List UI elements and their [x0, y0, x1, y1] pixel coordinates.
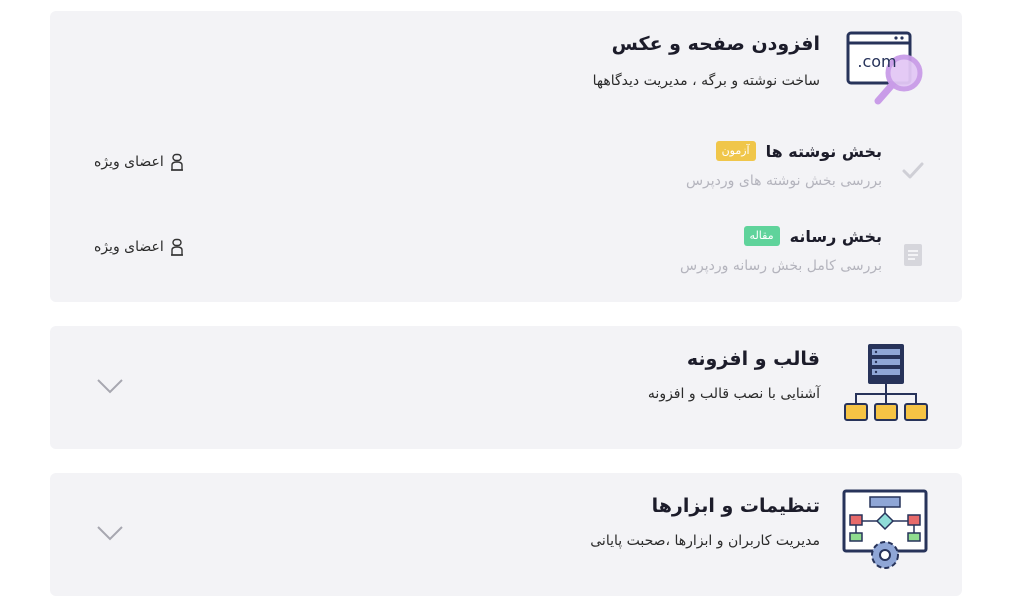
user-lock-icon: [170, 153, 183, 171]
section-subtitle: مدیریت کاربران و ابزارها ،صحبت پایانی: [590, 533, 820, 549]
access-label: اعضای ویژه: [94, 239, 164, 255]
lesson-title: بخش رسانه: [789, 226, 882, 246]
lesson-description: بررسی بخش نوشته های وردپرس: [685, 173, 882, 189]
badge-quiz: آزمون: [715, 141, 756, 161]
server-folders-icon: [842, 342, 928, 428]
section-card-theme-plugin[interactable]: قالب و افزونه آشنایی با نصب قالب و افزون…: [50, 326, 962, 449]
chevron-down-icon[interactable]: [96, 525, 124, 541]
lesson-title: بخش نوشته ها: [765, 141, 882, 161]
section-title: افزودن صفحه و عکس: [611, 33, 820, 55]
access-label: اعضای ویژه: [94, 154, 164, 170]
flowchart-gear-icon: [842, 489, 928, 575]
section-card-settings-tools[interactable]: تنظیمات و ابزارها مدیریت کاربران و ابزار…: [50, 473, 962, 596]
lesson-item-posts[interactable]: بخش نوشته ها آزمون بررسی بخش نوشته های و…: [50, 135, 962, 195]
user-lock-icon: [170, 238, 183, 256]
domain-text: .com: [857, 52, 896, 71]
access-level: اعضای ویژه: [94, 153, 185, 171]
badge-article: مقاله: [743, 226, 780, 246]
lesson-item-media[interactable]: بخش رسانه مقاله بررسی کامل بخش رسانه ورد…: [50, 220, 962, 280]
check-icon: [900, 157, 926, 183]
access-level: اعضای ویژه: [94, 238, 185, 256]
section-title: تنظیمات و ابزارها: [651, 495, 820, 517]
domain-search-icon: .com: [842, 27, 928, 113]
section-subtitle: آشنایی با نصب قالب و افزونه: [647, 386, 820, 402]
lesson-description: بررسی کامل بخش رسانه وردپرس: [679, 258, 882, 274]
section-card-add-page-image[interactable]: .com افزودن صفحه و عکس ساخت نوشته و برگه…: [50, 11, 962, 302]
chevron-down-icon[interactable]: [96, 378, 124, 394]
section-title: قالب و افزونه: [686, 348, 820, 370]
section-subtitle: ساخت نوشته و برگه ، مدیریت دیدگاهها: [592, 73, 820, 89]
document-icon: [900, 242, 926, 268]
